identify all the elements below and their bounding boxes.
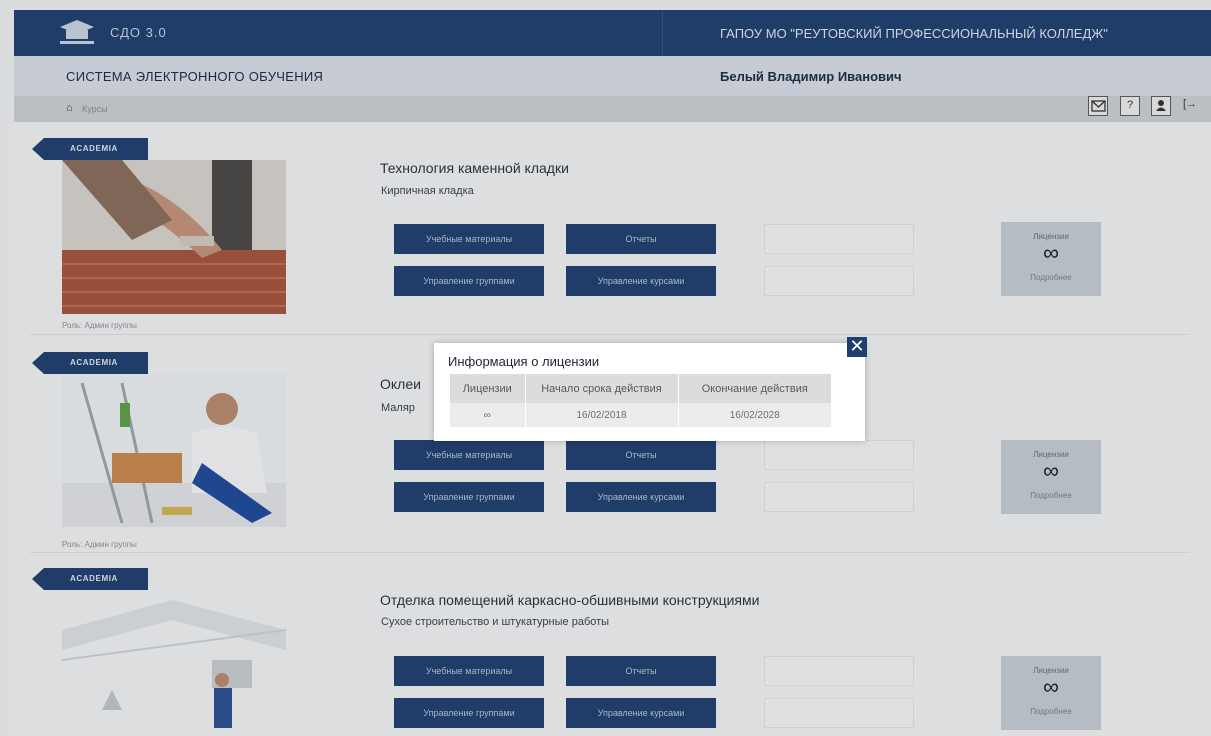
close-icon[interactable]: ✕ xyxy=(847,337,867,357)
license-table: Лицензии Начало срока действия Окончание… xyxy=(450,374,831,427)
license-info-dialog: Информация о лицензии ✕ Лицензии Начало … xyxy=(434,337,867,441)
column-header-licenses: Лицензии xyxy=(450,374,526,403)
app-window: СДО 3.0 ГАПОУ МО "РЕУТОВСКИЙ ПРОФЕССИОНА… xyxy=(0,0,1211,736)
table-row: ∞ 16/02/2018 16/02/2028 xyxy=(450,403,831,427)
column-header-end: Окончание действия xyxy=(678,374,831,403)
table-header-row: Лицензии Начало срока действия Окончание… xyxy=(450,374,831,403)
cell-start-date: 16/02/2018 xyxy=(525,403,679,427)
column-header-start: Начало срока действия xyxy=(525,374,679,403)
cell-end-date: 16/02/2028 xyxy=(678,403,831,427)
cell-licenses: ∞ xyxy=(450,403,526,427)
dialog-title: Информация о лицензии xyxy=(448,354,600,369)
